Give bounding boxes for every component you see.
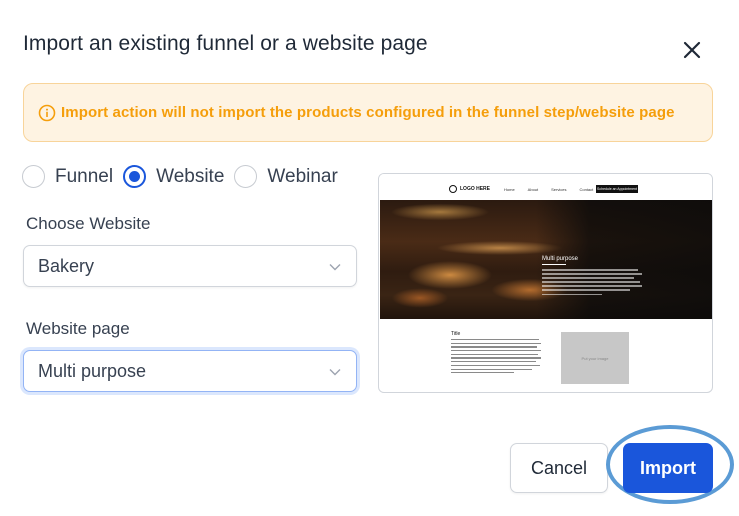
radio-website[interactable]: Website xyxy=(123,165,224,188)
preview-body-text xyxy=(451,339,541,376)
select-value: Multi purpose xyxy=(38,360,147,381)
warning-alert: Import action will not import the produc… xyxy=(23,83,713,142)
preview-hero-title: Multi purpose xyxy=(542,256,579,262)
choose-website-label: Choose Website xyxy=(26,214,151,233)
preview-logo: LOGO HERE xyxy=(449,185,490,193)
preview-hero-divider xyxy=(542,264,566,265)
preview-cta-button: Schedule an Appointment xyxy=(596,185,638,193)
website-page-select[interactable]: Multi purpose xyxy=(23,350,357,392)
preview-nav-link: Home xyxy=(504,187,515,192)
source-type-radio-group: Funnel Website Webinar xyxy=(22,165,348,188)
info-circle-icon xyxy=(37,103,57,123)
choose-website-select[interactable]: Bakery xyxy=(23,245,357,287)
radio-selected-dot xyxy=(129,171,141,182)
website-page-label: Website page xyxy=(26,319,130,338)
radio-label: Website xyxy=(156,165,225,187)
radio-funnel[interactable]: Funnel xyxy=(22,165,113,188)
preview-logo-text: LOGO HERE xyxy=(460,186,491,192)
radio-label: Webinar xyxy=(267,165,338,187)
radio-button[interactable] xyxy=(22,165,45,188)
preview-hero-image: Multi purpose xyxy=(380,200,712,319)
alert-text: Import action will not import the produc… xyxy=(61,104,675,121)
preview-nav-link: Services xyxy=(551,187,567,192)
radio-webinar[interactable]: Webinar xyxy=(234,165,338,188)
dialog-title: Import an existing funnel or a website p… xyxy=(23,32,428,55)
preview-image-text: Put your image xyxy=(581,355,609,361)
preview-navbar: LOGO HERE Home About Services Contact Sc… xyxy=(379,174,712,200)
page-preview: LOGO HERE Home About Services Contact Sc… xyxy=(378,173,713,393)
close-button[interactable] xyxy=(678,36,706,64)
radio-label: Funnel xyxy=(55,165,114,187)
select-value: Bakery xyxy=(38,255,95,276)
preview-body-title: Title xyxy=(451,331,461,337)
cancel-button[interactable]: Cancel xyxy=(510,443,608,493)
preview-nav-link: About xyxy=(527,187,539,192)
preview-nav-links: Home About Services Contact xyxy=(504,187,606,192)
chevron-down-icon xyxy=(329,369,341,376)
radio-button[interactable] xyxy=(123,165,147,188)
preview-nav-link: Contact xyxy=(579,187,594,192)
logo-icon xyxy=(449,185,457,193)
close-icon[interactable] xyxy=(683,41,701,59)
import-button[interactable]: Import xyxy=(623,443,713,493)
chevron-down-icon xyxy=(329,264,341,271)
preview-image-placeholder: Put your image xyxy=(561,332,629,384)
preview-hero-text xyxy=(542,269,642,298)
radio-button[interactable] xyxy=(234,165,258,188)
